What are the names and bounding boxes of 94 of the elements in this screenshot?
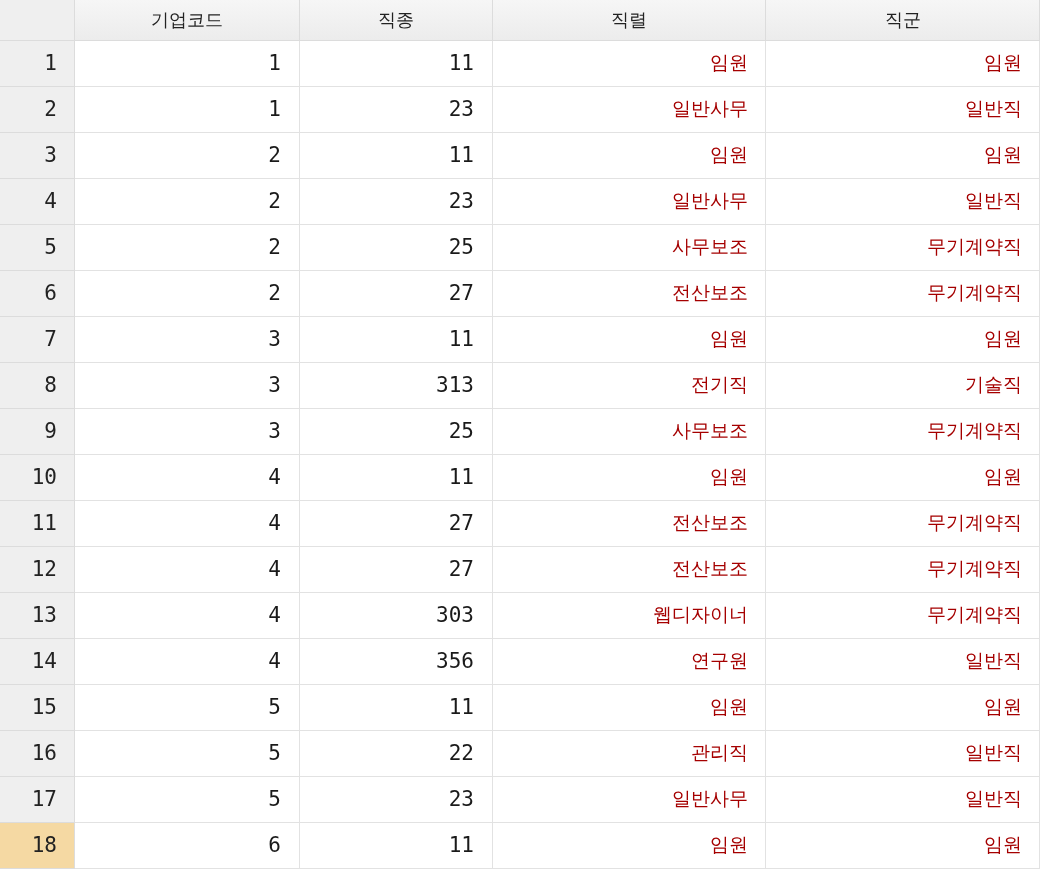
table-cell: 연구원: [493, 639, 766, 685]
table-cell: 2: [75, 133, 300, 179]
table-cell: 23: [300, 87, 493, 133]
table-cell: 2: [75, 225, 300, 271]
table-cell: 3: [75, 409, 300, 455]
row-number[interactable]: 9: [0, 409, 75, 455]
table-cell: 5: [75, 731, 300, 777]
table-cell: 25: [300, 409, 493, 455]
table-cell: 임원: [766, 41, 1040, 87]
table-cell: 27: [300, 271, 493, 317]
table-cell: 6: [75, 823, 300, 869]
table-cell: 임원: [493, 823, 766, 869]
table-cell: 27: [300, 547, 493, 593]
table-cell: 4: [75, 501, 300, 547]
table-cell: 5: [75, 685, 300, 731]
table-cell: 356: [300, 639, 493, 685]
table-cell: 임원: [493, 133, 766, 179]
table-cell: 일반사무: [493, 777, 766, 823]
table-cell: 일반사무: [493, 87, 766, 133]
table-cell: 4: [75, 593, 300, 639]
table-cell: 임원: [766, 455, 1040, 501]
table-cell: 2: [75, 179, 300, 225]
table-cell: 1: [75, 41, 300, 87]
row-number[interactable]: 17: [0, 777, 75, 823]
table-cell: 11: [300, 133, 493, 179]
table-cell: 22: [300, 731, 493, 777]
table-cell: 4: [75, 547, 300, 593]
row-number[interactable]: 16: [0, 731, 75, 777]
table-cell: 사무보조: [493, 409, 766, 455]
column-header[interactable]: 직종: [300, 0, 493, 41]
table-cell: 관리직: [493, 731, 766, 777]
row-number[interactable]: 5: [0, 225, 75, 271]
table-cell: 무기계약직: [766, 409, 1040, 455]
table-cell: 무기계약직: [766, 271, 1040, 317]
table-cell: 전산보조: [493, 271, 766, 317]
table-cell: 무기계약직: [766, 225, 1040, 271]
table-cell: 임원: [493, 685, 766, 731]
row-number[interactable]: 6: [0, 271, 75, 317]
column-header[interactable]: 직군: [766, 0, 1040, 41]
row-number[interactable]: 14: [0, 639, 75, 685]
table-cell: 전산보조: [493, 501, 766, 547]
table-cell: 일반직: [766, 777, 1040, 823]
table-cell: 임원: [493, 455, 766, 501]
table-cell: 임원: [766, 133, 1040, 179]
table-cell: 일반직: [766, 639, 1040, 685]
table-cell: 11: [300, 823, 493, 869]
table-cell: 11: [300, 455, 493, 501]
table-cell: 무기계약직: [766, 593, 1040, 639]
table-cell: 일반직: [766, 731, 1040, 777]
table-cell: 27: [300, 501, 493, 547]
row-number[interactable]: 2: [0, 87, 75, 133]
row-number[interactable]: 13: [0, 593, 75, 639]
table-cell: 1: [75, 87, 300, 133]
row-number[interactable]: 11: [0, 501, 75, 547]
table-cell: 일반사무: [493, 179, 766, 225]
table-cell: 임원: [493, 317, 766, 363]
row-number[interactable]: 18: [0, 823, 75, 869]
table-cell: 4: [75, 639, 300, 685]
row-number[interactable]: 8: [0, 363, 75, 409]
table-cell: 11: [300, 685, 493, 731]
table-cell: 일반직: [766, 179, 1040, 225]
table-cell: 무기계약직: [766, 547, 1040, 593]
row-number[interactable]: 7: [0, 317, 75, 363]
table-cell: 303: [300, 593, 493, 639]
table-cell: 임원: [493, 41, 766, 87]
row-number[interactable]: 4: [0, 179, 75, 225]
table-cell: 11: [300, 317, 493, 363]
row-number[interactable]: 1: [0, 41, 75, 87]
table-cell: 임원: [766, 823, 1040, 869]
table-cell: 임원: [766, 685, 1040, 731]
table-cell: 23: [300, 777, 493, 823]
table-cell: 5: [75, 777, 300, 823]
row-number[interactable]: 3: [0, 133, 75, 179]
table-cell: 웹디자이너: [493, 593, 766, 639]
table-cell: 25: [300, 225, 493, 271]
table-cell: 313: [300, 363, 493, 409]
row-number[interactable]: 12: [0, 547, 75, 593]
table-cell: 사무보조: [493, 225, 766, 271]
table-cell: 23: [300, 179, 493, 225]
row-number[interactable]: 10: [0, 455, 75, 501]
table-cell: 임원: [766, 317, 1040, 363]
column-header[interactable]: 직렬: [493, 0, 766, 41]
table-cell: 일반직: [766, 87, 1040, 133]
table-cell: 11: [300, 41, 493, 87]
table-cell: 3: [75, 317, 300, 363]
table-cell: 전기직: [493, 363, 766, 409]
table-cell: 3: [75, 363, 300, 409]
table-cell: 무기계약직: [766, 501, 1040, 547]
table-cell: 2: [75, 271, 300, 317]
table-cell: 4: [75, 455, 300, 501]
table-cell: 전산보조: [493, 547, 766, 593]
row-number[interactable]: 15: [0, 685, 75, 731]
table-cell: 기술직: [766, 363, 1040, 409]
column-header[interactable]: 기업코드: [75, 0, 300, 41]
